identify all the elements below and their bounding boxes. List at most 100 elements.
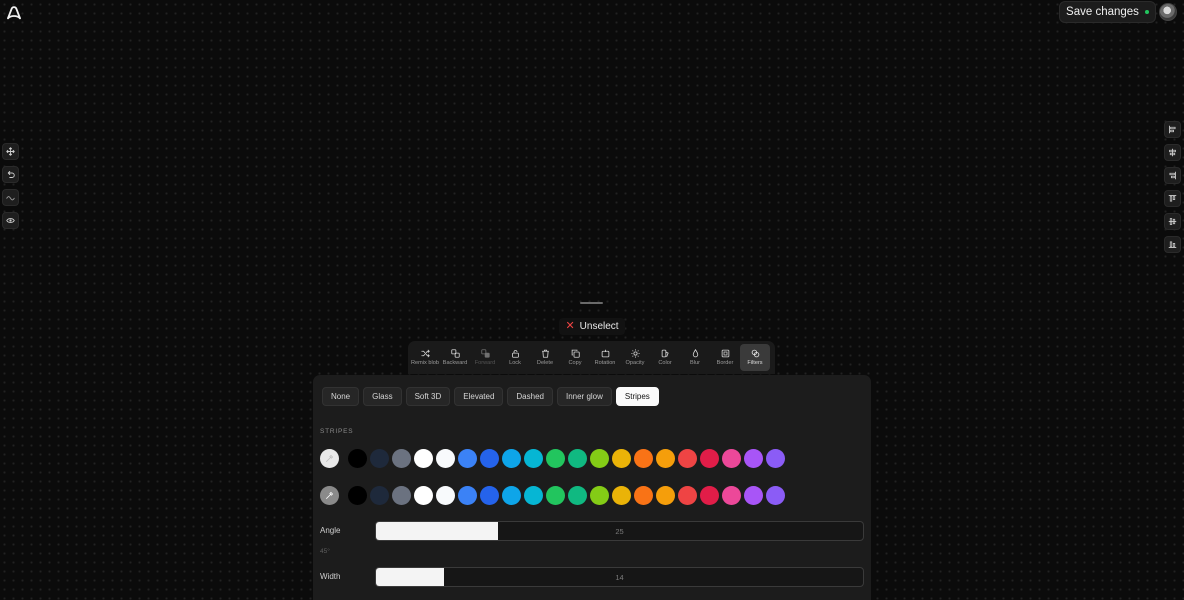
color-swatch[interactable] bbox=[458, 486, 477, 505]
color-swatch[interactable] bbox=[370, 486, 389, 505]
rotate-icon bbox=[601, 349, 609, 358]
color-swatch[interactable] bbox=[722, 486, 741, 505]
color-swatch[interactable] bbox=[546, 449, 565, 468]
toolbar-rotation[interactable]: Rotation bbox=[590, 344, 620, 371]
color-swatch[interactable] bbox=[634, 486, 653, 505]
bring-forward-icon bbox=[480, 349, 490, 358]
toolbar-label: Copy bbox=[568, 360, 582, 366]
color-swatch[interactable] bbox=[590, 486, 609, 505]
angle-slider[interactable]: 25 bbox=[375, 521, 864, 541]
color-swatch[interactable] bbox=[502, 449, 521, 468]
color-swatch[interactable] bbox=[722, 449, 741, 468]
color-swatch[interactable] bbox=[612, 449, 631, 468]
toolbar-remix-blob[interactable]: Remix blob bbox=[410, 344, 440, 371]
app-logo[interactable] bbox=[5, 4, 23, 22]
eyedropper-icon bbox=[326, 454, 334, 462]
color-swatch[interactable] bbox=[436, 486, 455, 505]
preset-inner-glow[interactable]: Inner glow bbox=[556, 387, 612, 406]
wave-tool[interactable] bbox=[2, 189, 19, 206]
toolbar-forward[interactable]: Forward bbox=[470, 344, 500, 371]
blur-icon bbox=[692, 349, 698, 358]
stripe-color-row-2 bbox=[320, 486, 785, 505]
toolbar-border[interactable]: Border bbox=[710, 344, 740, 371]
align-right-tool[interactable] bbox=[1164, 167, 1181, 184]
align-center-h-tool[interactable] bbox=[1164, 144, 1181, 161]
preset-glass[interactable]: Glass bbox=[363, 387, 402, 406]
toolbar-filters[interactable]: Filters bbox=[740, 344, 770, 371]
color-swatch[interactable] bbox=[524, 486, 543, 505]
align-center-v-tool[interactable] bbox=[1164, 213, 1181, 230]
border-icon bbox=[721, 349, 729, 358]
toolbar-copy[interactable]: Copy bbox=[560, 344, 590, 371]
color-swatch[interactable] bbox=[524, 449, 543, 468]
width-label: Width bbox=[320, 572, 341, 581]
drawer-handle[interactable] bbox=[580, 302, 603, 304]
preset-elevated[interactable]: Elevated bbox=[454, 387, 504, 406]
eyedropper-button[interactable] bbox=[320, 449, 339, 468]
shuffle-icon bbox=[420, 349, 430, 358]
color-swatch[interactable] bbox=[678, 449, 697, 468]
align-bottom-tool[interactable] bbox=[1164, 236, 1181, 253]
color-icon bbox=[661, 349, 669, 358]
color-swatch[interactable] bbox=[414, 449, 433, 468]
color-swatch[interactable] bbox=[744, 486, 763, 505]
eyedropper-icon bbox=[326, 491, 334, 499]
eyedropper-button[interactable] bbox=[320, 486, 339, 505]
toolbar-label: Filters bbox=[747, 360, 763, 366]
preset-none[interactable]: None bbox=[322, 387, 360, 406]
toolbar-label: Forward bbox=[474, 360, 496, 366]
preview-tool[interactable] bbox=[2, 212, 19, 229]
width-slider[interactable]: 14 bbox=[375, 567, 864, 587]
color-swatch[interactable] bbox=[568, 486, 587, 505]
color-swatch[interactable] bbox=[392, 449, 411, 468]
eye-icon bbox=[6, 218, 15, 223]
color-swatch[interactable] bbox=[656, 486, 675, 505]
color-swatch[interactable] bbox=[436, 449, 455, 468]
user-avatar[interactable] bbox=[1159, 3, 1177, 21]
filter-presets: None Glass Soft 3D Elevated Dashed Inner… bbox=[322, 387, 659, 406]
save-changes-button[interactable]: Save changes bbox=[1059, 1, 1156, 23]
color-swatch[interactable] bbox=[480, 486, 499, 505]
undo-tool[interactable] bbox=[2, 166, 19, 183]
align-top-tool[interactable] bbox=[1164, 190, 1181, 207]
color-swatch[interactable] bbox=[656, 449, 675, 468]
toolbar-blur[interactable]: Blur bbox=[680, 344, 710, 371]
color-swatch[interactable] bbox=[480, 449, 499, 468]
color-swatch[interactable] bbox=[766, 486, 785, 505]
preset-dashed[interactable]: Dashed bbox=[507, 387, 553, 406]
color-swatch[interactable] bbox=[348, 449, 367, 468]
color-swatch[interactable] bbox=[458, 449, 477, 468]
color-swatch[interactable] bbox=[414, 486, 433, 505]
color-swatch[interactable] bbox=[634, 449, 653, 468]
align-left-icon bbox=[1169, 125, 1176, 134]
undo-icon bbox=[7, 171, 15, 178]
color-swatch[interactable] bbox=[348, 486, 367, 505]
color-swatch[interactable] bbox=[546, 486, 565, 505]
toolbar-label: Color bbox=[658, 360, 672, 366]
color-swatch[interactable] bbox=[568, 449, 587, 468]
align-left-tool[interactable] bbox=[1164, 121, 1181, 138]
color-swatch[interactable] bbox=[766, 449, 785, 468]
unselect-label: Unselect bbox=[579, 321, 619, 332]
toolbar-lock[interactable]: Lock bbox=[500, 344, 530, 371]
toolbar-opacity[interactable]: Opacity bbox=[620, 344, 650, 371]
unselect-button[interactable]: ✕ Unselect bbox=[559, 318, 625, 335]
color-swatch[interactable] bbox=[744, 449, 763, 468]
color-swatch[interactable] bbox=[700, 486, 719, 505]
toolbar-delete[interactable]: Delete bbox=[530, 344, 560, 371]
color-swatch[interactable] bbox=[700, 449, 719, 468]
align-center-horizontal-icon bbox=[1169, 148, 1176, 157]
toolbar-backward[interactable]: Backward bbox=[440, 344, 470, 371]
color-swatch[interactable] bbox=[612, 486, 631, 505]
move-tool[interactable] bbox=[2, 143, 19, 160]
toolbar-label: Delete bbox=[536, 360, 554, 366]
color-swatch[interactable] bbox=[678, 486, 697, 505]
preset-soft-3d[interactable]: Soft 3D bbox=[405, 387, 451, 406]
color-swatch[interactable] bbox=[502, 486, 521, 505]
toolbar-color[interactable]: Color bbox=[650, 344, 680, 371]
preset-stripes[interactable]: Stripes bbox=[615, 387, 659, 406]
color-swatch[interactable] bbox=[370, 449, 389, 468]
color-swatch[interactable] bbox=[392, 486, 411, 505]
color-swatch[interactable] bbox=[590, 449, 609, 468]
move-icon bbox=[6, 147, 15, 156]
